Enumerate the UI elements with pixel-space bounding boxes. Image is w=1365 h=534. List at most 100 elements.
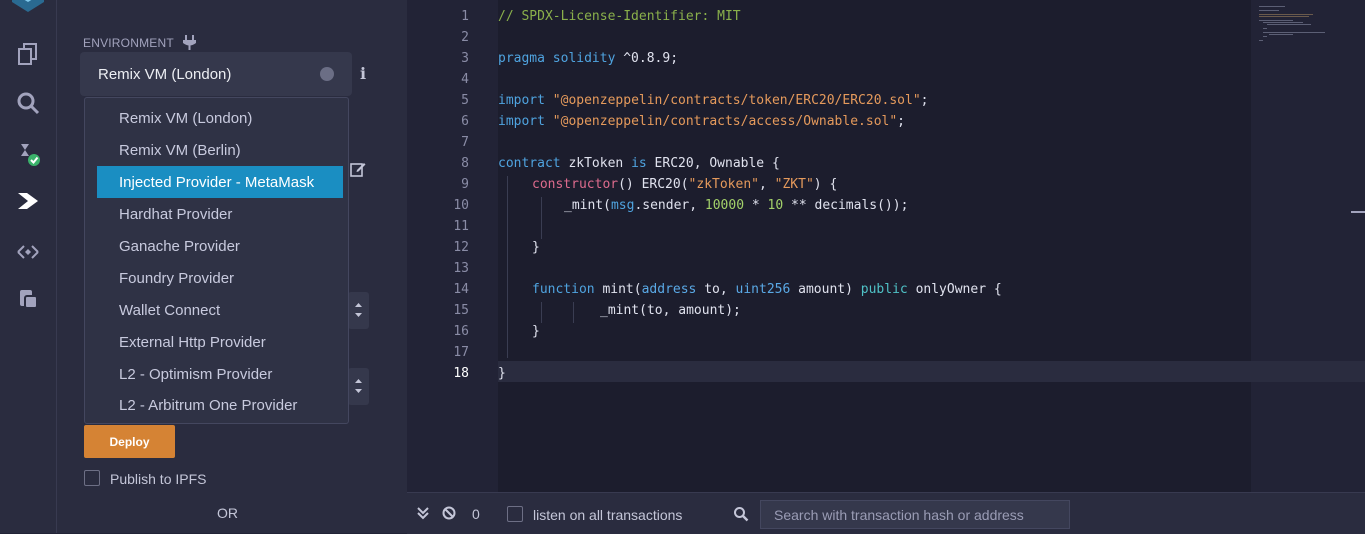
plug-icon[interactable]	[182, 34, 198, 50]
code-text: ** decimals());	[783, 198, 909, 213]
code-line: function mint(address to, uint256 amount…	[532, 282, 1002, 297]
code-minimap[interactable]	[1259, 6, 1339, 42]
line-number-gutter: 1 2 3 4 5 6 7 8 9 10 11 12 13 14 15 16 1…	[407, 0, 497, 492]
publish-ipfs-checkbox[interactable]	[84, 470, 100, 486]
line-number: 3	[461, 51, 469, 66]
line-number: 13	[453, 261, 469, 276]
dropdown-option[interactable]: L2 - Arbitrum One Provider	[97, 389, 343, 421]
environment-label: ENVIRONMENT	[83, 36, 174, 50]
code-number: 10000	[704, 198, 745, 213]
line-number: 9	[461, 177, 469, 192]
code-text: .sender,	[634, 198, 705, 213]
code-modifier: public	[860, 282, 908, 297]
dropdown-option[interactable]: Remix VM (London)	[97, 102, 343, 134]
code-string: "@openzeppelin/contracts/token/ERC20/ERC…	[552, 93, 921, 108]
code-line: // SPDX-License-Identifier: MIT	[498, 9, 741, 24]
code-text: onlyOwner {	[907, 282, 1002, 297]
environment-select[interactable]: Remix VM (London)	[80, 52, 352, 96]
code-text: to,	[696, 282, 736, 297]
line-number: 6	[461, 114, 469, 129]
code-text: ) {	[813, 177, 838, 192]
code-text: ,	[759, 177, 775, 192]
code-string: "ZKT"	[774, 177, 814, 192]
code-line: }	[532, 324, 540, 339]
dropdown-option[interactable]: Hardhat Provider	[97, 198, 343, 230]
line-number: 4	[461, 72, 469, 87]
code-line: pragma solidity ^0.8.9;	[498, 51, 678, 66]
line-number: 8	[461, 156, 469, 171]
editor-scroll-marker[interactable]	[1351, 211, 1365, 213]
code-line: _mint(msg.sender, 10000 * 10 ** decimals…	[564, 198, 908, 213]
code-text: *	[744, 198, 768, 213]
clear-icon[interactable]	[442, 506, 456, 520]
code-text: }	[532, 240, 540, 255]
indent-guide	[573, 302, 574, 323]
code-text: zkToken	[560, 156, 632, 171]
dropdown-option[interactable]: L2 - Optimism Provider	[97, 358, 343, 390]
code-keyword: contract	[498, 156, 561, 171]
code-text: ;	[897, 114, 905, 129]
code-keyword: is	[631, 156, 647, 171]
search-icon[interactable]	[14, 89, 42, 117]
dropdown-option-highlighted[interactable]: Injected Provider - MetaMask	[97, 166, 343, 198]
dropdown-option[interactable]: Foundry Provider	[97, 262, 343, 294]
environment-selected-value: Remix VM (London)	[98, 65, 232, 83]
terminal-bar: 0 listen on all transactions Search with…	[407, 492, 1365, 534]
deploy-run-icon[interactable]	[14, 187, 42, 215]
double-chevron-down-icon[interactable]	[416, 506, 430, 520]
code-line: _mint(to, amount);	[600, 303, 741, 318]
listen-all-checkbox[interactable]	[507, 506, 523, 522]
publish-ipfs-label: Publish to IPFS	[110, 471, 207, 487]
code-text: }	[498, 366, 506, 381]
dropdown-option[interactable]: Remix VM (Berlin)	[97, 134, 343, 166]
code-line: import "@openzeppelin/contracts/access/O…	[498, 114, 905, 129]
environment-dropdown: Remix VM (London) Remix VM (Berlin) Inje…	[84, 97, 349, 424]
account-select-edge[interactable]	[348, 292, 369, 329]
code-number: 10	[767, 198, 784, 213]
indent-guide	[541, 302, 542, 323]
line-number-current: 18	[453, 366, 469, 381]
code-text: }	[532, 324, 540, 339]
code-keyword: import	[498, 93, 545, 108]
plugin-manager-icon[interactable]	[14, 238, 42, 266]
code-string: "@openzeppelin/contracts/access/Ownable.…	[552, 114, 898, 129]
info-icon[interactable]: i	[360, 64, 366, 83]
code-keyword: function	[532, 282, 595, 297]
dropdown-option[interactable]: External Http Provider	[97, 326, 343, 358]
line-number: 2	[461, 30, 469, 45]
icon-panel	[0, 0, 57, 533]
dropdown-option[interactable]: Ganache Provider	[97, 230, 343, 262]
dropdown-option[interactable]: Wallet Connect	[97, 294, 343, 326]
code-text: ^0.8.9;	[615, 51, 679, 66]
code-keyword: pragma solidity	[498, 51, 616, 66]
line-number: 17	[453, 345, 469, 360]
contract-select-edge[interactable]	[348, 368, 369, 405]
indent-guide	[541, 197, 542, 239]
or-separator: OR	[217, 505, 238, 521]
line-number: 16	[453, 324, 469, 339]
code-line: }	[532, 240, 540, 255]
line-number: 11	[453, 219, 469, 234]
code-background-lower	[498, 382, 1251, 492]
line-number: 12	[453, 240, 469, 255]
code-text: _mint(	[564, 198, 611, 213]
code-text: () ERC20(	[618, 177, 689, 192]
code-line: constructor() ERC20("zkToken", "ZKT") {	[532, 177, 837, 192]
code-text: amount)	[790, 282, 861, 297]
edit-icon[interactable]	[350, 161, 366, 177]
deploy-button[interactable]: Deploy	[84, 425, 175, 458]
code-editor[interactable]: 1 2 3 4 5 6 7 8 9 10 11 12 13 14 15 16 1…	[407, 0, 1365, 492]
line-number: 14	[453, 282, 469, 297]
docs-icon[interactable]	[14, 285, 42, 313]
remix-logo-icon[interactable]	[8, 0, 48, 20]
solidity-compiler-icon[interactable]	[14, 139, 42, 167]
line-number: 15	[453, 303, 469, 318]
line-number: 10	[453, 198, 469, 213]
search-icon	[734, 507, 749, 522]
transaction-search-input[interactable]: Search with transaction hash or address	[760, 500, 1070, 529]
pending-tx-count: 0	[472, 506, 480, 522]
select-caret-icon	[320, 67, 334, 81]
code-keyword: import	[498, 114, 545, 129]
line-number: 1	[461, 9, 469, 24]
files-icon[interactable]	[14, 40, 42, 68]
